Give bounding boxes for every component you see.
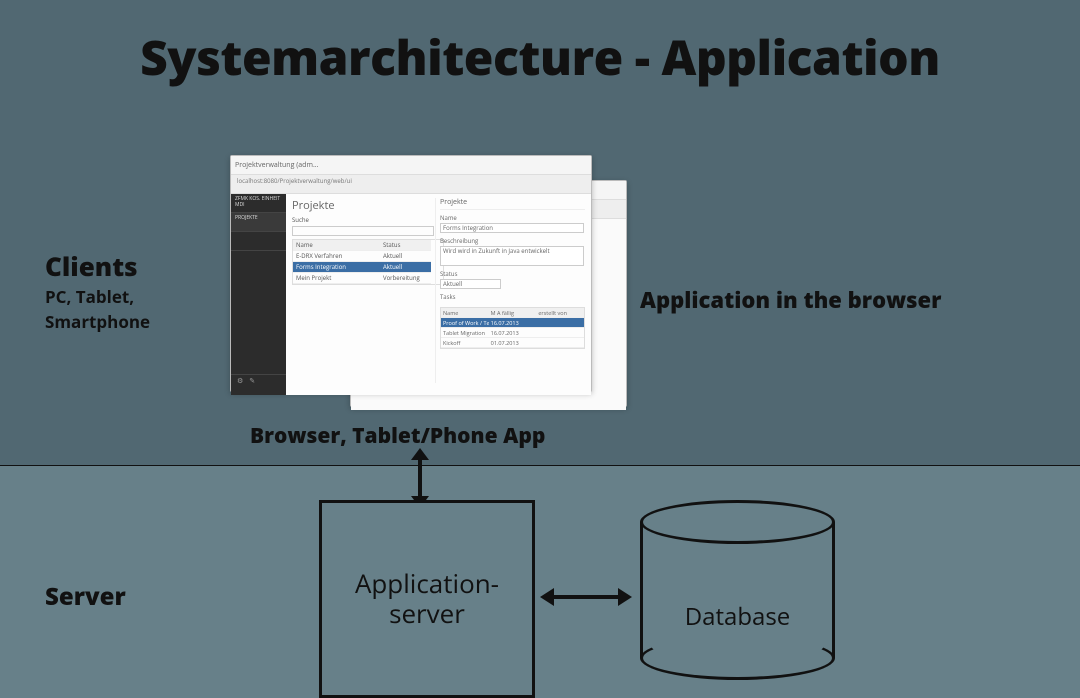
sidebar-item — [231, 232, 286, 251]
field-label: Status — [440, 270, 585, 278]
field-value: Forms Integration — [440, 223, 584, 233]
sidebar-footer: ⚙✎ — [231, 374, 286, 395]
sidebar-item: ZFMK KOS. EINHEIT MDI — [231, 194, 286, 213]
server-tier-bg — [0, 465, 1080, 698]
table-row: Kickoff01.07.2013 — [441, 338, 584, 348]
browser-window-front: Projektverwaltung (adm... localhost:8080… — [230, 155, 592, 392]
app-content: Projekte Name Forms Integration Beschrei… — [286, 194, 591, 395]
clients-label: Clients PC, Tablet, Smartphone — [45, 248, 150, 334]
table-row: Proof of Work / Test16.07.2013 — [441, 318, 584, 328]
gear-icon: ⚙ — [237, 377, 243, 393]
clients-heading: Clients — [45, 248, 150, 284]
tier-divider — [0, 465, 1080, 466]
table-row: Mein ProjektVorbereitung — [293, 273, 431, 284]
col-header: erstellt von — [536, 309, 584, 317]
clients-subline-1: PC, Tablet, — [45, 286, 150, 309]
detail-panel: Projekte Name Forms Integration Beschrei… — [435, 198, 585, 383]
table-row: Forms IntegrationAktuell — [293, 262, 431, 273]
search-input — [292, 226, 434, 236]
window-addressbar: localhost:8080/Projektverwaltung/web/ui — [231, 175, 591, 194]
slide-title: Systemarchitecture - Application — [0, 25, 1080, 90]
field-label: Beschreibung — [440, 237, 585, 245]
appserver-line2: server — [389, 595, 465, 631]
col-header: Status — [380, 241, 431, 249]
col-header: Name — [441, 309, 489, 317]
table-row: Tablet Migration16.07.2013 — [441, 328, 584, 338]
clients-subline-2: Smartphone — [45, 311, 150, 334]
field-label: Tasks — [440, 293, 585, 301]
server-label: Server — [45, 580, 126, 613]
table-row: E-DRX VerfahrenAktuell — [293, 251, 431, 262]
database-cylinder: Database — [640, 500, 835, 680]
arrow-client-server — [407, 448, 433, 508]
client-screenshots: ● Projektverwaltung (adm... localhost:80… — [230, 155, 630, 415]
detail-title: Projekte — [440, 198, 585, 210]
app-sidebar: ZFMK KOS. EINHEIT MDI PROJEKTE ⚙✎ — [231, 194, 286, 395]
field-value: Aktuell — [440, 279, 501, 289]
col-header: Name — [293, 241, 380, 249]
field-label: Name — [440, 214, 585, 222]
projects-table: NameStatus E-DRX VerfahrenAktuell Forms … — [292, 239, 444, 285]
app-in-browser-label: Application in the browser — [640, 285, 941, 315]
database-label: Database — [640, 600, 835, 633]
field-value: Wird wird in Zukunft in Java entwickelt — [440, 246, 584, 266]
browser-caption: Browser, Tablet/Phone App — [250, 422, 545, 450]
col-header: M A fällig — [489, 309, 537, 317]
sidebar-item-selected: PROJEKTE — [231, 213, 286, 232]
window-tabbar: Projektverwaltung (adm... — [231, 156, 591, 175]
tool-icon: ✎ — [249, 377, 255, 393]
arrow-server-db — [540, 584, 632, 610]
browser-tab: Projektverwaltung (adm... — [235, 161, 318, 170]
application-server-box: Application- server — [319, 500, 535, 698]
tasks-table: NameM A fälligerstellt von Proof of Work… — [440, 307, 585, 349]
